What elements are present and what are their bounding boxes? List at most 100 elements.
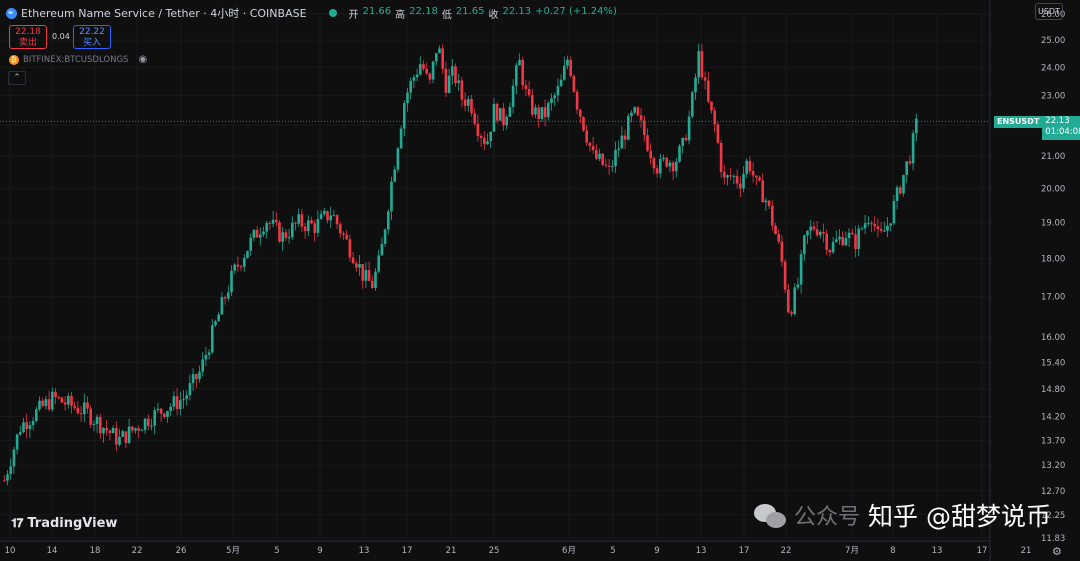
candle xyxy=(646,128,649,153)
candle xyxy=(217,311,220,322)
candle xyxy=(719,140,723,178)
price-tick-label: 13.20 xyxy=(1041,461,1065,471)
candle xyxy=(115,421,118,452)
candle xyxy=(614,141,617,173)
candles xyxy=(3,43,918,486)
candle xyxy=(790,310,793,317)
candle xyxy=(633,106,636,115)
candle xyxy=(851,228,854,235)
candle xyxy=(905,161,908,184)
candle xyxy=(604,158,608,168)
time-tick-label: 22 xyxy=(132,546,143,556)
tradingview-logo[interactable]: 𝟏𝟕 TradingView xyxy=(11,516,117,531)
candle xyxy=(51,387,54,412)
candle xyxy=(371,275,374,289)
time-tick-label: 13 xyxy=(932,546,943,556)
candle xyxy=(399,125,403,150)
candle xyxy=(857,224,860,257)
chart-stage[interactable]: 26.0025.0024.0023.0022.0021.0020.0019.00… xyxy=(0,0,1080,561)
candle xyxy=(479,133,483,147)
price-tick-label: 21.00 xyxy=(1041,152,1065,162)
candle xyxy=(502,102,505,131)
close-value: 22.13 xyxy=(502,5,532,17)
watermark: 公众号 知乎 @甜梦说币 xyxy=(752,497,1051,533)
candle xyxy=(684,134,688,142)
candle xyxy=(300,209,304,232)
candle xyxy=(73,401,76,411)
candle xyxy=(348,234,352,262)
candle xyxy=(307,215,310,237)
candle xyxy=(620,126,624,149)
candle xyxy=(281,226,284,251)
eye-icon[interactable]: ◉ xyxy=(138,54,147,65)
candle xyxy=(262,226,265,238)
candle xyxy=(396,146,400,173)
time-tick-label: 14 xyxy=(47,546,58,556)
candle xyxy=(323,207,326,217)
candle xyxy=(140,428,144,432)
candle xyxy=(815,221,819,238)
candle xyxy=(623,129,627,149)
price-tick-label: 13.70 xyxy=(1041,436,1065,446)
candle xyxy=(585,124,588,146)
last-price-value: 22.13 xyxy=(1045,116,1070,127)
sell-button[interactable]: 22.18 卖出 xyxy=(9,25,47,49)
candle xyxy=(899,185,902,195)
overlay-symbol-row[interactable]: ₿ BITFINEX:BTCUSDLONGS ◉ xyxy=(9,54,147,65)
candlestick-chart[interactable]: 26.0025.0024.0023.0022.0021.0020.0019.00… xyxy=(0,0,1080,561)
candle xyxy=(659,153,662,179)
candle xyxy=(867,216,870,227)
candle xyxy=(854,225,857,258)
candle xyxy=(796,277,800,290)
candle xyxy=(316,210,320,238)
bar-countdown: 01:04:08 xyxy=(1045,127,1080,138)
candle xyxy=(25,413,28,439)
candle xyxy=(691,90,694,119)
candle xyxy=(873,216,876,232)
candle xyxy=(819,230,822,239)
candle xyxy=(799,249,803,294)
time-tick-label: 21 xyxy=(446,546,457,556)
candle xyxy=(771,200,774,231)
candle xyxy=(726,174,729,186)
collapse-legend-button[interactable]: ⌃ xyxy=(8,71,26,85)
candle xyxy=(57,395,60,400)
candle xyxy=(716,121,720,145)
candle xyxy=(598,148,601,162)
candle xyxy=(569,56,572,79)
candle xyxy=(131,426,134,434)
time-tick-label: 21 xyxy=(1021,546,1032,556)
gear-icon[interactable]: ⚙ xyxy=(1052,545,1062,558)
candle xyxy=(521,56,524,90)
high-value: 22.18 xyxy=(409,5,438,17)
candle xyxy=(537,104,540,128)
candle xyxy=(915,113,918,142)
currency-button[interactable]: USDT xyxy=(1035,3,1063,20)
overlay-symbol[interactable]: BITFINEX:BTCUSDLONGS xyxy=(23,55,128,65)
candle xyxy=(515,62,518,95)
candle xyxy=(678,143,681,164)
time-tick-label: 17 xyxy=(739,546,750,556)
candle xyxy=(185,390,188,406)
buy-label: 买入 xyxy=(82,38,101,48)
candle xyxy=(19,425,22,436)
candle xyxy=(428,72,432,84)
candle xyxy=(377,249,380,273)
chevron-up-icon: ⌃ xyxy=(13,73,21,83)
candle xyxy=(470,94,473,117)
candle xyxy=(572,74,576,94)
candle xyxy=(780,235,784,267)
time-tick-label: 9 xyxy=(654,546,659,556)
candle xyxy=(735,169,739,189)
buy-button[interactable]: 22.22 买入 xyxy=(73,25,111,49)
candle xyxy=(332,210,336,217)
symbol-title[interactable]: Ethereum Name Service / Tether · 4小时 · C… xyxy=(21,5,307,21)
candle xyxy=(643,115,646,142)
time-tick-label: 5 xyxy=(274,546,279,556)
candle xyxy=(163,412,166,419)
candle xyxy=(227,285,230,302)
candle xyxy=(239,264,243,272)
candle xyxy=(265,220,268,239)
candle xyxy=(12,446,16,474)
price-tick-label: 20.00 xyxy=(1041,185,1065,195)
